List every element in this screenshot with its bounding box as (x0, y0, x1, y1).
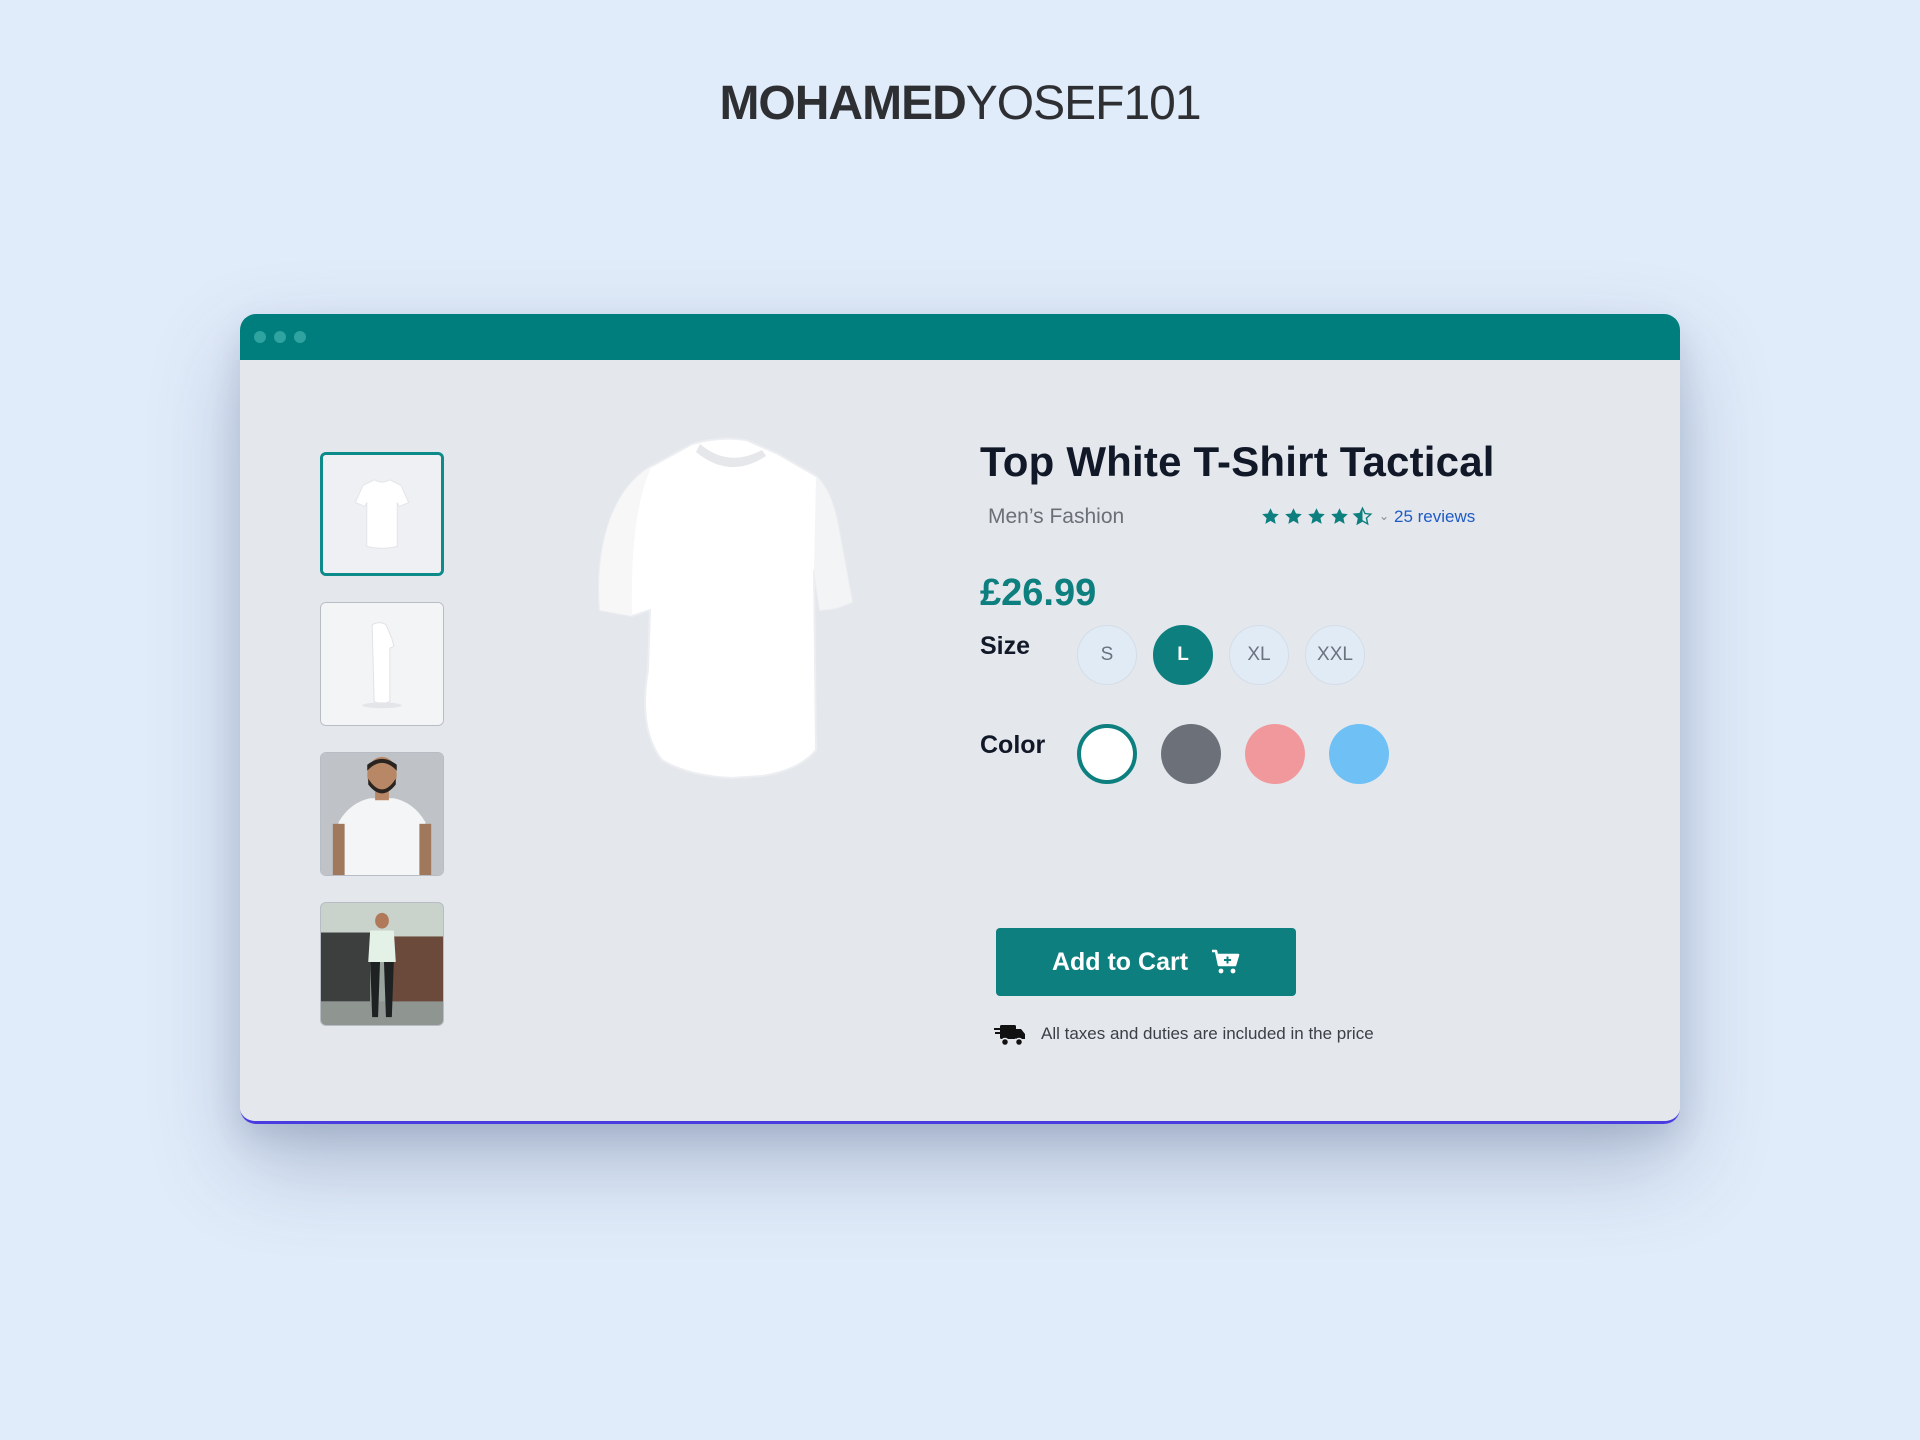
thumbnail-tshirt-side[interactable] (320, 602, 444, 726)
color-swatch-white[interactable] (1077, 724, 1137, 784)
color-swatch-pink[interactable] (1245, 724, 1305, 784)
add-to-cart-label: Add to Cart (1051, 947, 1189, 976)
brand-bold: MOHAMED (719, 77, 966, 130)
window-dot[interactable] (274, 331, 286, 343)
cart-plus-icon (1212, 949, 1240, 974)
product-title: Top White T-Shirt Tactical (980, 438, 1495, 485)
half-star-icon (1352, 506, 1373, 525)
size-label: Size (980, 632, 1031, 660)
thumbnail-tshirt-front[interactable] (320, 452, 444, 576)
chevron-down-icon[interactable]: ⌄ (1379, 509, 1389, 523)
product-category[interactable]: Men’s Fashion (988, 505, 1124, 529)
star-rating: ⌄ (1260, 505, 1389, 527)
reviews-link[interactable]: 25 reviews (1394, 507, 1475, 527)
star-icon (1308, 507, 1325, 524)
color-label: Color (980, 731, 1046, 759)
thumbnail-model-closeup[interactable] (320, 752, 444, 876)
fast-truck-icon (994, 1025, 1025, 1047)
star-icon (1331, 507, 1348, 524)
window-dot[interactable] (254, 331, 266, 343)
add-to-cart-button[interactable]: Add to Cart (996, 928, 1296, 996)
thumbnail-model-street[interactable] (320, 902, 444, 1026)
color-swatch-gray[interactable] (1161, 724, 1221, 784)
brand-title: MOHAMEDYOSEF101 (0, 76, 1920, 131)
window-dot[interactable] (294, 331, 306, 343)
product-price: £26.99 (980, 572, 1097, 614)
main-product-image (598, 437, 854, 780)
star-icon (1285, 507, 1302, 524)
star-icon (1262, 507, 1279, 524)
product-page: Top White T-Shirt Tactical Men’s Fashion… (240, 360, 1680, 1121)
size-option-xl[interactable]: XL (1229, 625, 1289, 685)
brand-light: YOSEF101 (965, 77, 1202, 130)
size-option-l[interactable]: L (1153, 625, 1213, 685)
tax-note: All taxes and duties are included in the… (1041, 1024, 1374, 1043)
window-titlebar (240, 314, 1680, 360)
browser-window: Top White T-Shirt Tactical Men’s Fashion… (240, 314, 1680, 1124)
size-option-xxl[interactable]: XXL (1305, 625, 1365, 685)
size-option-s[interactable]: S (1077, 625, 1137, 685)
color-swatch-blue[interactable] (1329, 724, 1389, 784)
